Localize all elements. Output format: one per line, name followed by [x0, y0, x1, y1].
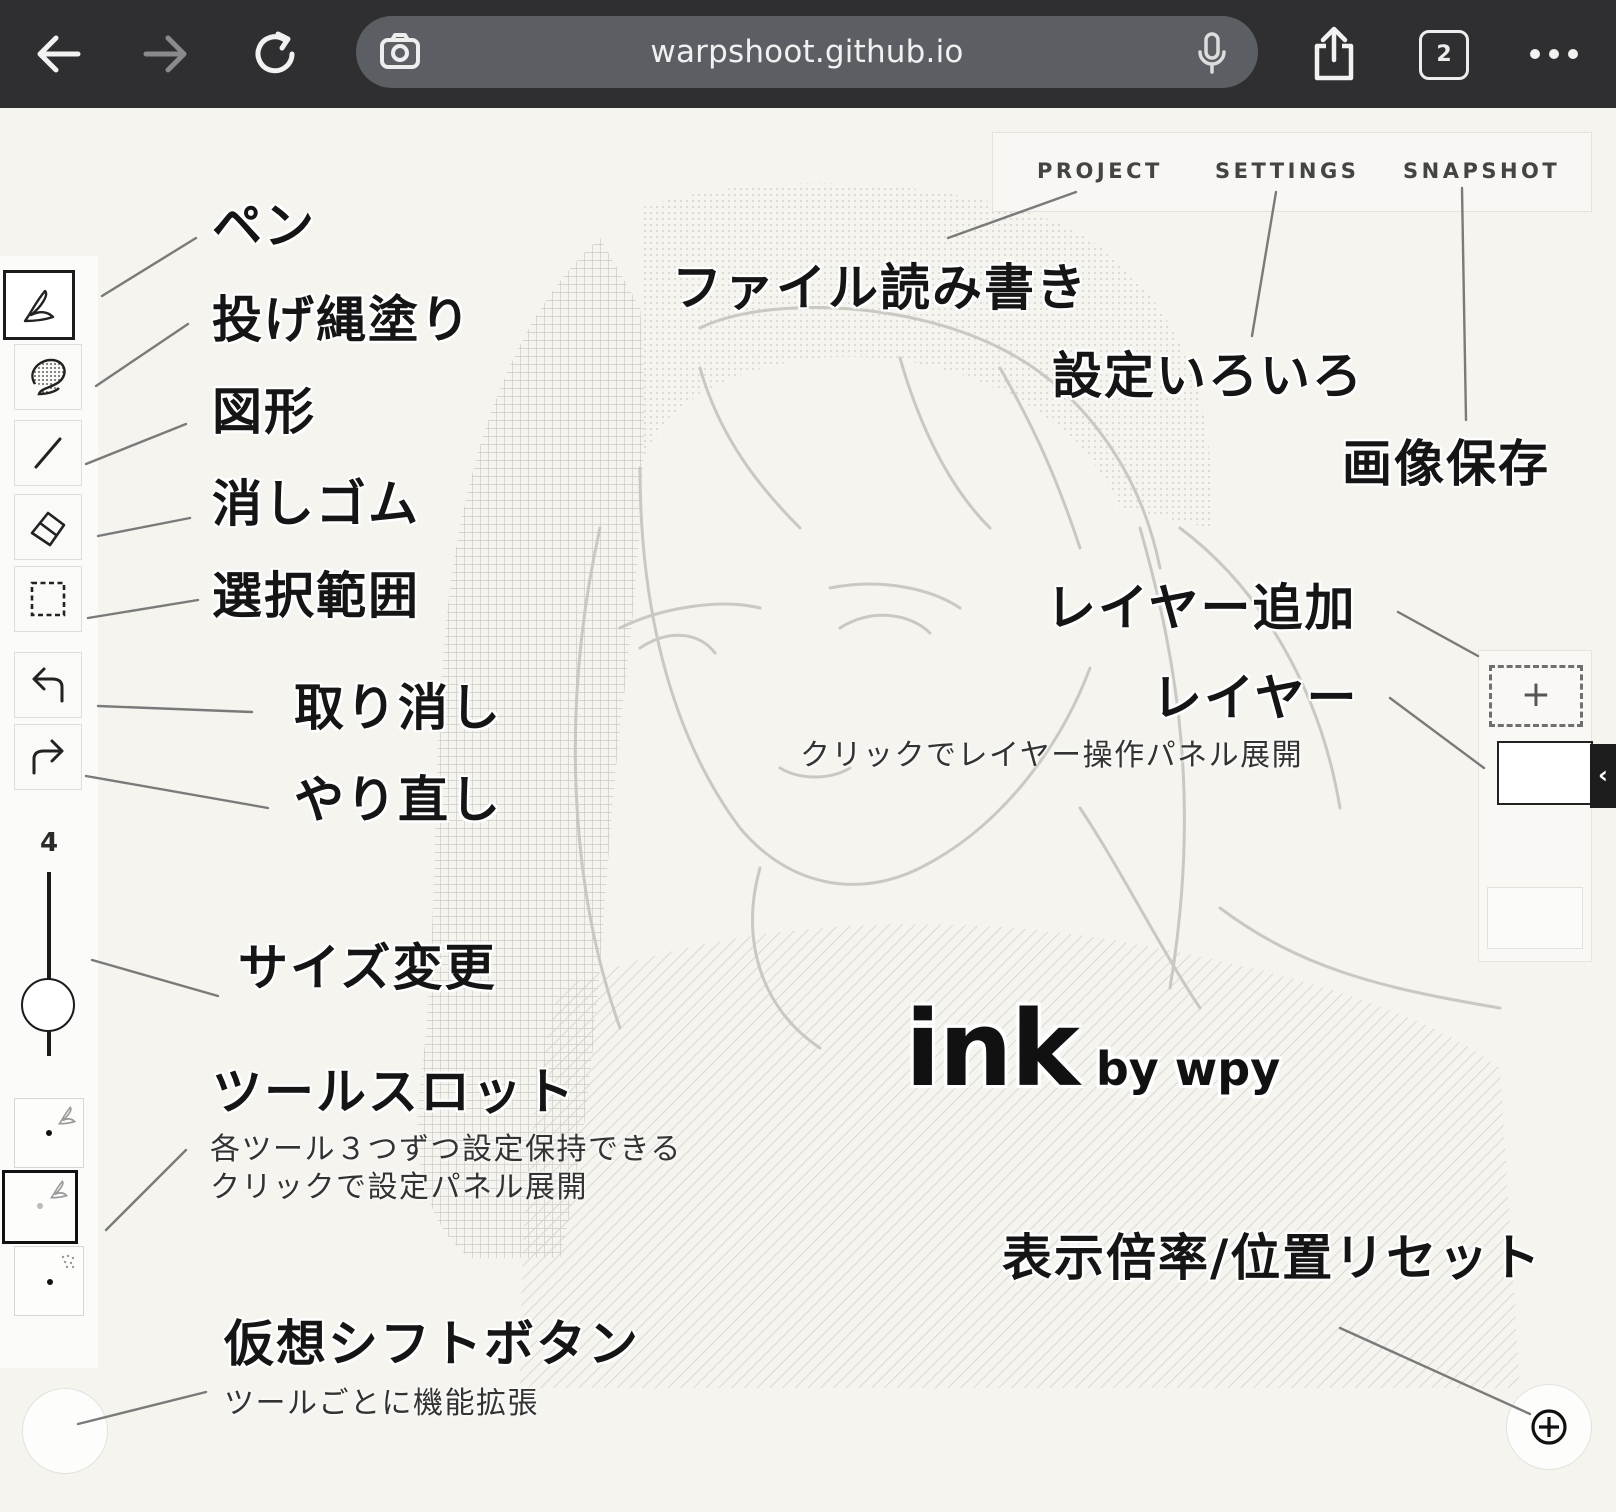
- back-button[interactable]: [26, 24, 90, 84]
- annotation-pen: ペン: [212, 197, 316, 255]
- reload-button[interactable]: [244, 24, 308, 84]
- annotation-virtual-shift-sub: ツールごとに機能拡張: [224, 1386, 539, 1421]
- annotation-layer: レイヤー: [1152, 669, 1359, 727]
- annotation-settings: 設定いろいろ: [1052, 347, 1364, 405]
- app-page: PROJECT SETTINGS SNAPSHOT 4 + ‹ ペン 投げ縄塗り…: [0, 108, 1616, 1512]
- annotation-virtual-shift: 仮想シフトボタン: [224, 1315, 640, 1373]
- app-logo: ink by wpy: [905, 988, 1280, 1110]
- annotation-tool-slot-sub2: クリックで設定パネル展開: [210, 1170, 588, 1205]
- annotation-save-image: 画像保存: [1342, 435, 1550, 493]
- annotation-eraser: 消しゴム: [212, 475, 420, 533]
- annotation-undo: 取り消し: [294, 679, 502, 737]
- reload-icon: [255, 31, 295, 74]
- annotation-add-layer: レイヤー追加: [1046, 579, 1357, 637]
- microphone-icon[interactable]: [1196, 32, 1228, 74]
- annotation-selection: 選択範囲: [212, 567, 420, 625]
- browser-toolbar: warpshoot.github.io 2: [0, 0, 1616, 108]
- share-button[interactable]: [1302, 24, 1366, 84]
- more-icon: [1530, 49, 1578, 59]
- tab-count: 2: [1436, 42, 1452, 67]
- annotation-lasso-fill: 投げ縄塗り: [212, 291, 472, 349]
- annotation-size: サイズ変更: [238, 939, 497, 997]
- logo-ink: ink: [905, 988, 1080, 1110]
- annotation-layer-sub: クリックでレイヤー操作パネル展開: [800, 738, 1304, 773]
- annotation-tool-slot: ツールスロット: [212, 1063, 576, 1121]
- forward-button[interactable]: [134, 24, 198, 84]
- share-icon: [1314, 26, 1354, 81]
- annotation-redo: やり直し: [294, 771, 502, 829]
- tabs-button[interactable]: 2: [1419, 30, 1469, 80]
- logo-by-wpy: by wpy: [1095, 1042, 1281, 1096]
- back-arrow-icon: [37, 35, 81, 73]
- more-button[interactable]: [1522, 24, 1586, 84]
- annotation-file-io: ファイル読み書き: [672, 259, 1088, 317]
- annotation-zoom-reset: 表示倍率/位置リセット: [1002, 1229, 1543, 1287]
- url-text: warpshoot.github.io: [650, 34, 964, 70]
- address-bar[interactable]: warpshoot.github.io: [356, 16, 1258, 88]
- annotation-shape: 図形: [212, 383, 316, 441]
- forward-arrow-icon: [143, 35, 187, 73]
